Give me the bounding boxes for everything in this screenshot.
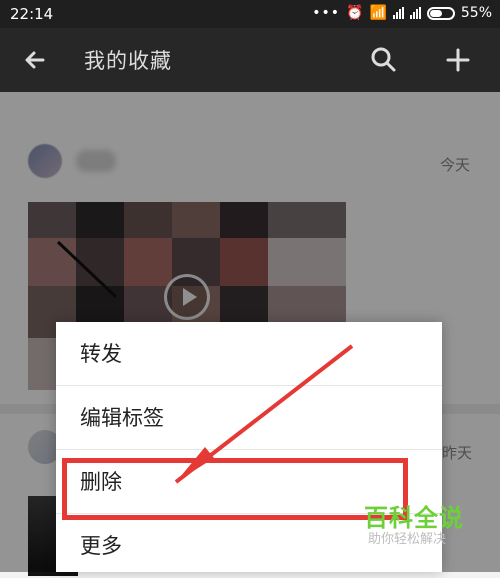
- page-title: 我的收藏: [84, 49, 172, 73]
- baike-watermark: 百科全说 助你轻松解决: [364, 498, 468, 552]
- back-arrow-icon: [25, 51, 45, 69]
- alarm-icon: ⏰: [346, 5, 364, 21]
- delete-highlight-box: [62, 458, 408, 520]
- plus-icon: [446, 48, 470, 72]
- back-button[interactable]: [18, 42, 54, 78]
- wifi-icon: 📶: [369, 5, 387, 21]
- search-button[interactable]: [366, 42, 402, 78]
- status-bar: 22:14 ••• ⏰ 📶 55%: [0, 0, 500, 28]
- battery-level-fill: [429, 9, 442, 17]
- watermark-subtext: 助你轻松解决: [368, 532, 447, 547]
- add-button[interactable]: [440, 42, 476, 78]
- more-icon: •••: [312, 5, 340, 21]
- signal-icon: [392, 7, 404, 19]
- menu-item-edit-tags[interactable]: 编辑标签: [56, 386, 442, 450]
- battery-icon: [426, 6, 455, 20]
- app-bar: 我的收藏: [0, 28, 500, 92]
- status-time: 22:14: [10, 5, 54, 23]
- battery-percent: 55%: [460, 5, 492, 21]
- signal-icon-2: [409, 7, 421, 19]
- status-icons: ••• ⏰ 📶 55%: [312, 5, 492, 21]
- menu-item-forward[interactable]: 转发: [56, 322, 442, 386]
- search-icon: [371, 47, 396, 72]
